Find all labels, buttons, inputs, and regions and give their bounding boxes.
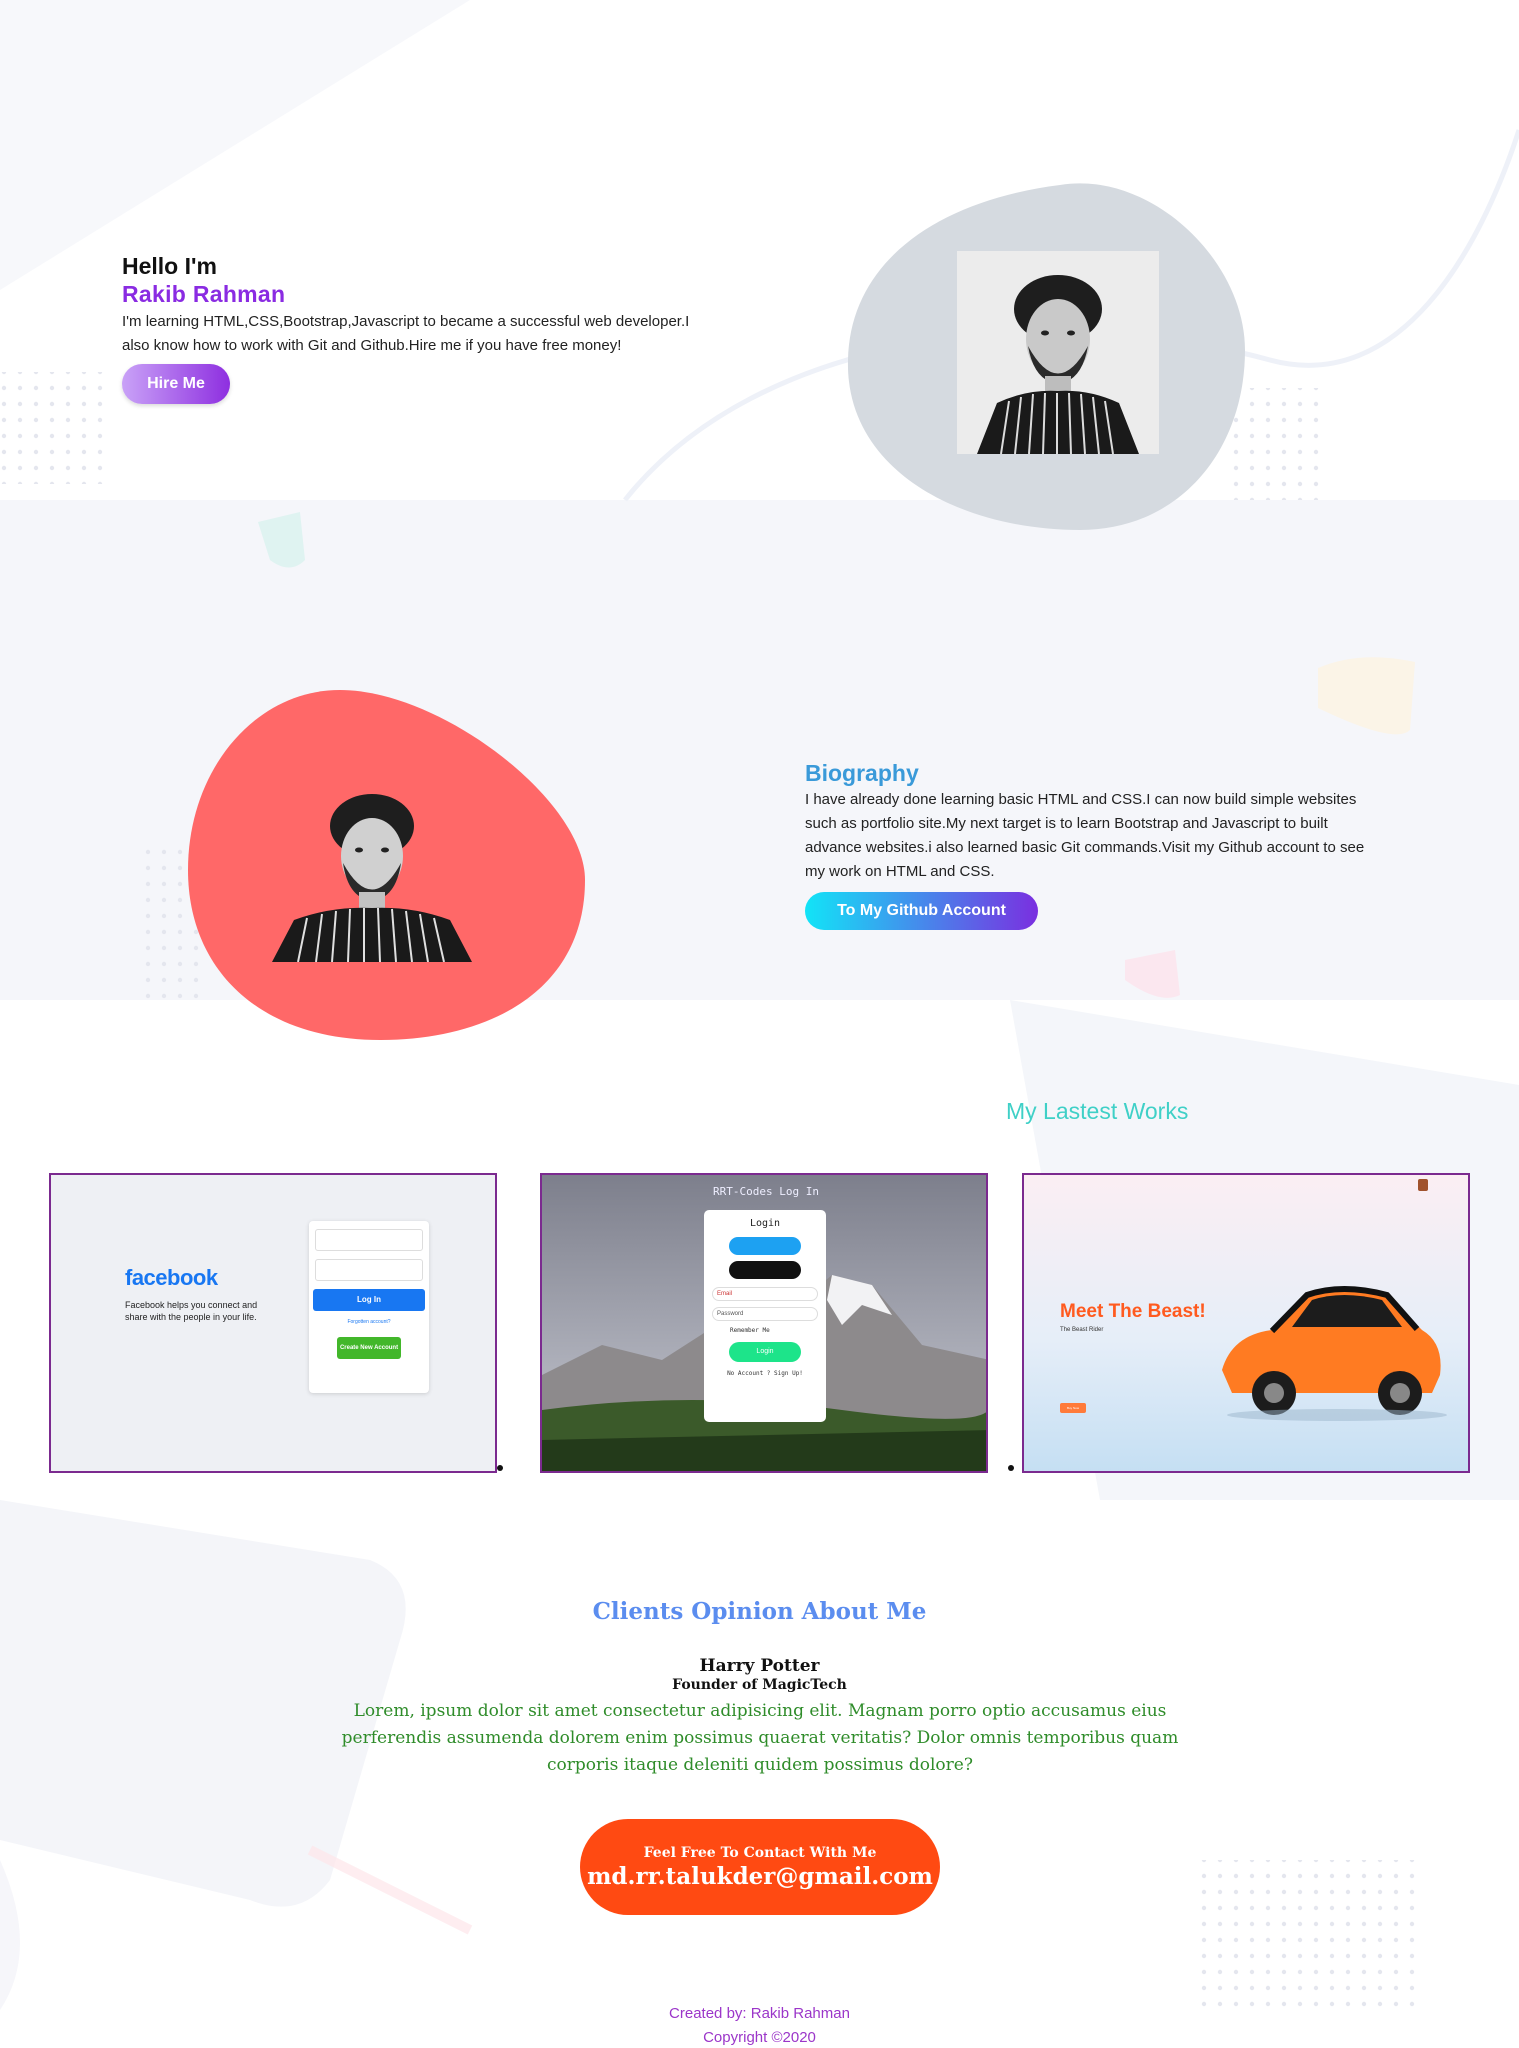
rrt-login-button[interactable]: Login bbox=[729, 1342, 801, 1362]
facebook-login-card: Log In Forgotten account? Create New Acc… bbox=[309, 1221, 429, 1393]
footer: Created by: Rakib Rahman Copyright ©2020 bbox=[0, 2002, 1519, 2048]
footer-copyright: Copyright ©2020 bbox=[703, 2029, 816, 2046]
hero-name: Rakib Rahman bbox=[122, 281, 286, 307]
footer-created-by: Created by: Rakib Rahman bbox=[669, 2005, 850, 2022]
facebook-login-button[interactable]: Log In bbox=[313, 1289, 425, 1311]
car-subtitle: The Beast Rider bbox=[1060, 1327, 1104, 1333]
facebook-tagline: Facebook helps you connect and share wit… bbox=[125, 1300, 258, 1322]
work-card-car[interactable]: Meet The Beast! The Beast Rider Buy Now bbox=[1022, 1173, 1470, 1473]
rrt-signup-text[interactable]: No Account ? Sign Up! bbox=[704, 1370, 826, 1377]
bio-text: Biography I have already done learning b… bbox=[805, 758, 1365, 930]
works-title: My Lastest Works bbox=[1006, 1098, 1189, 1124]
facebook-logo: facebook bbox=[125, 1265, 218, 1290]
contact-label: Feel Free To Contact With Me bbox=[643, 1845, 877, 1861]
rrt-login-card: Login Email Password Remember Me Login N… bbox=[704, 1210, 826, 1422]
contact-email: md.rr.talukder@gmail.com bbox=[587, 1863, 933, 1890]
car-headline: Meet The Beast! bbox=[1060, 1301, 1206, 1322]
rrt-remember-checkbox[interactable]: Remember Me bbox=[730, 1327, 826, 1334]
hero-text: Hello I'm Rakib Rahman I'm learning HTML… bbox=[122, 252, 692, 404]
facebook-create-account-button[interactable]: Create New Account bbox=[337, 1337, 401, 1359]
hero-portrait-photo bbox=[957, 251, 1159, 454]
contact-email-button[interactable]: Feel Free To Contact With Me md.rr.taluk… bbox=[580, 1819, 940, 1915]
bio-title: Biography bbox=[805, 760, 919, 786]
client-quote: Lorem, ipsum dolor sit amet consectetur … bbox=[341, 1701, 1179, 1775]
rrt-email-field[interactable]: Email bbox=[712, 1287, 818, 1301]
rrt-social-button-blue[interactable] bbox=[729, 1237, 801, 1255]
github-account-button[interactable]: To My Github Account bbox=[805, 892, 1038, 930]
bullet-dot bbox=[497, 1465, 503, 1471]
rrt-login-title: Login bbox=[749, 1218, 781, 1229]
clients-title: Clients Opinion About Me bbox=[592, 1598, 927, 1625]
rrt-page-title: RRT-Codes Log In bbox=[713, 1185, 819, 1198]
bio-portrait-photo bbox=[272, 778, 472, 963]
facebook-password-field[interactable] bbox=[315, 1259, 423, 1281]
hero-greeting: Hello I'm bbox=[122, 253, 217, 279]
car-buy-button[interactable]: Buy Now bbox=[1060, 1403, 1086, 1413]
client-name: Harry Potter bbox=[699, 1656, 820, 1676]
rrt-password-field[interactable]: Password bbox=[712, 1307, 818, 1321]
car-icon bbox=[1222, 1286, 1447, 1421]
rrt-social-button-github[interactable] bbox=[729, 1261, 801, 1279]
work-card-facebook[interactable]: facebook Facebook helps you connect and … bbox=[49, 1173, 497, 1473]
bio-description: I have already done learning basic HTML … bbox=[805, 791, 1365, 880]
facebook-email-field[interactable] bbox=[315, 1229, 423, 1251]
work-card-rrt-codes[interactable]: RRT-Codes Log In Login Email Password Re… bbox=[540, 1173, 988, 1473]
hire-me-button[interactable]: Hire Me bbox=[122, 364, 230, 404]
client-role: Founder of MagicTech bbox=[672, 1677, 847, 1693]
bullet-dot bbox=[1008, 1465, 1014, 1471]
car-site-logo bbox=[1418, 1179, 1428, 1191]
hero-description: I'm learning HTML,CSS,Bootstrap,Javascri… bbox=[122, 313, 690, 354]
facebook-forgot-link[interactable]: Forgotten account? bbox=[309, 1319, 429, 1325]
